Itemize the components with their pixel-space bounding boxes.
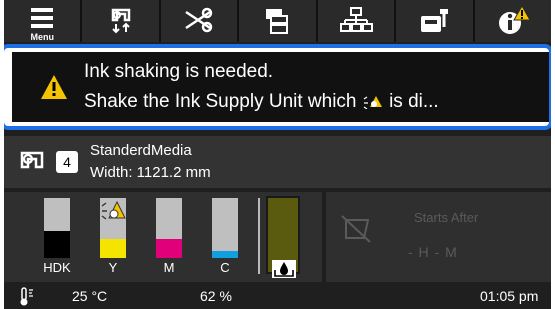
alert-text: Ink shaking is needed. Shake the Ink Sup… [84, 57, 439, 117]
humidity-value: 62 % [200, 288, 232, 304]
ink-cartridge-y [100, 198, 126, 258]
ink-level-fill [212, 250, 238, 258]
information-button[interactable] [475, 0, 551, 42]
alert-line-2-start: Shake the Ink Supply Unit which [84, 91, 357, 112]
printer-wrench-icon [421, 9, 449, 32]
ink-shake-icon [363, 95, 382, 109]
menu-button[interactable]: Menu [4, 0, 83, 42]
top-toolbar: Menu [4, 0, 551, 42]
waste-ink-label [272, 260, 296, 278]
clock-time: 01:05 pm [480, 288, 539, 304]
ink-shaking-alert[interactable]: Ink shaking is needed. Shake the Ink Sup… [12, 52, 549, 122]
media-number-badge: 4 [56, 151, 78, 173]
ink-label: Y [108, 260, 118, 275]
menu-label: Menu [30, 32, 54, 42]
ink-shake-warning-icon [101, 200, 126, 220]
ink-level-fill [156, 238, 182, 258]
media-info-text: StanderdMedia Width: 1121.2 mm [90, 140, 211, 184]
alert-line-2-end: is di... [389, 91, 439, 112]
media-info-row[interactable]: 4 StanderdMedia Width: 1121.2 mm [4, 136, 551, 188]
media-settings-button[interactable] [239, 0, 318, 42]
media-feed-button[interactable] [82, 0, 161, 42]
media-roll-icon [20, 151, 44, 169]
ink-cartridge-m [156, 198, 182, 258]
maintenance-button[interactable] [396, 0, 475, 42]
timer-disabled-icon [341, 215, 371, 243]
divider [258, 198, 260, 274]
ink-status-panel[interactable]: HDK Y M C [4, 192, 322, 282]
ink-label: HDK [43, 260, 71, 275]
ink-level-fill [44, 231, 70, 258]
ink-level-fill [100, 238, 126, 258]
printer-screen: Menu Ink shaking is needed. Shake the In… [4, 0, 551, 309]
network-icon [339, 7, 373, 32]
network-button[interactable] [318, 0, 397, 42]
ink-label: M [163, 260, 175, 275]
media-roll-feed-icon [111, 8, 130, 34]
temperature-value: 25 °C [72, 288, 108, 304]
starts-after-value: - H - M [408, 244, 458, 260]
scissors-icon [185, 7, 213, 33]
info-warning-icon [498, 6, 530, 34]
stacked-media-icon [266, 9, 289, 34]
ink-cartridge-c [212, 198, 238, 258]
status-bar: 25 °C 62 % 01:05 pm [4, 284, 551, 309]
cutter-button[interactable] [161, 0, 240, 42]
thermometer-icon [20, 287, 33, 306]
alert-line-1: Ink shaking is needed. [84, 61, 274, 82]
ink-label: C [220, 260, 230, 275]
media-width: Width: 1121.2 mm [90, 164, 211, 181]
warning-icon [41, 75, 67, 99]
media-name: StanderdMedia [90, 142, 192, 159]
ink-cartridge-hdk [44, 198, 70, 258]
starts-after-label: Starts After [414, 210, 479, 225]
alert-line-2: Shake the Ink Supply Unit which is di... [84, 87, 439, 117]
timer-panel: Starts After - H - M [326, 192, 551, 282]
ink-drop-icon [274, 262, 294, 277]
